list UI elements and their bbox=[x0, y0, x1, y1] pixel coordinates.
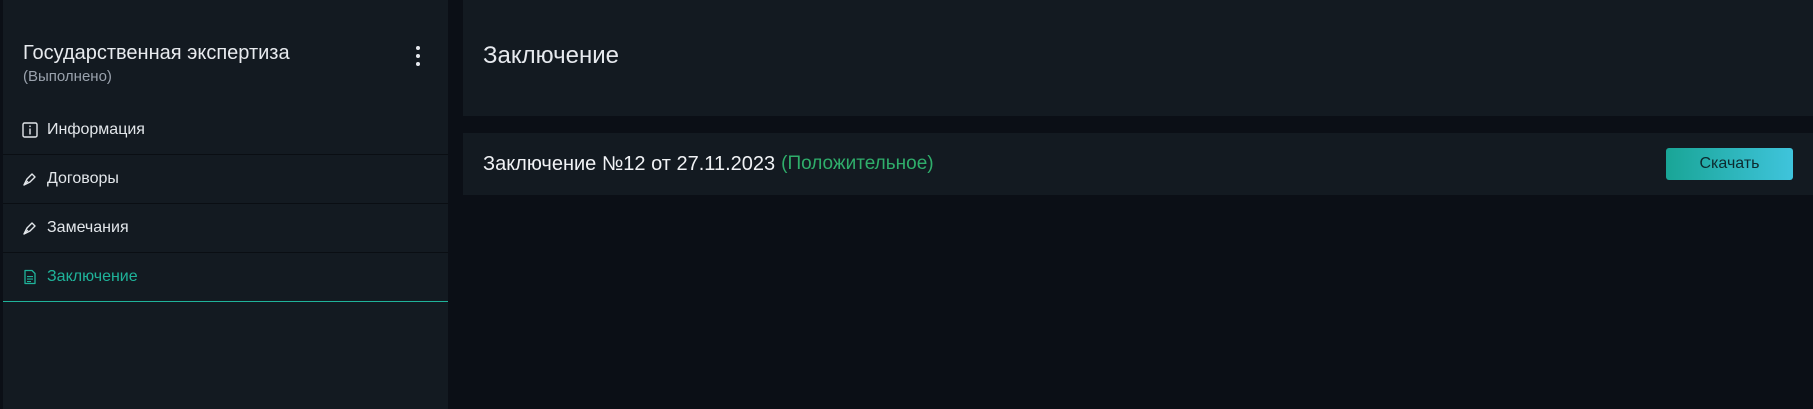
status-badge: (Положительное) bbox=[781, 153, 934, 174]
sidebar-item-label: Заключение bbox=[47, 268, 138, 285]
kebab-dot bbox=[416, 46, 420, 50]
sidebar-title: Государственная экспертиза bbox=[23, 42, 290, 64]
more-options-icon[interactable] bbox=[408, 44, 428, 68]
sidebar-item-contracts[interactable]: Договоры bbox=[3, 155, 448, 204]
document-icon bbox=[21, 268, 39, 286]
pen-icon bbox=[21, 170, 39, 188]
conclusion-title: Заключение №12 от 27.11.2023 bbox=[483, 152, 776, 175]
sidebar-item-conclusion[interactable]: Заключение bbox=[3, 253, 448, 302]
sidebar-status: (Выполнено) bbox=[23, 68, 112, 85]
kebab-dot bbox=[416, 62, 420, 66]
page-title: Заключение bbox=[483, 42, 619, 69]
sidebar-item-information[interactable]: Информация bbox=[3, 106, 448, 155]
sidebar-item-label: Информация bbox=[47, 121, 145, 138]
sidebar-item-label: Договоры bbox=[47, 170, 119, 187]
sidebar-item-remarks[interactable]: Замечания bbox=[3, 204, 448, 253]
page-header: Заключение bbox=[463, 0, 1813, 116]
sidebar: Государственная экспертиза (Выполнено) И… bbox=[3, 0, 448, 409]
sidebar-item-label: Замечания bbox=[47, 219, 129, 236]
info-icon bbox=[21, 121, 39, 139]
kebab-dot bbox=[416, 54, 420, 58]
download-button[interactable]: Скачать bbox=[1666, 148, 1793, 180]
conclusion-row: Заключение №12 от 27.11.2023 (Положитель… bbox=[463, 133, 1813, 195]
sidebar-header: Государственная экспертиза (Выполнено) bbox=[23, 40, 428, 87]
pen-icon bbox=[21, 219, 39, 237]
sidebar-nav: Информация Договоры Замечания Заключение bbox=[3, 106, 448, 302]
